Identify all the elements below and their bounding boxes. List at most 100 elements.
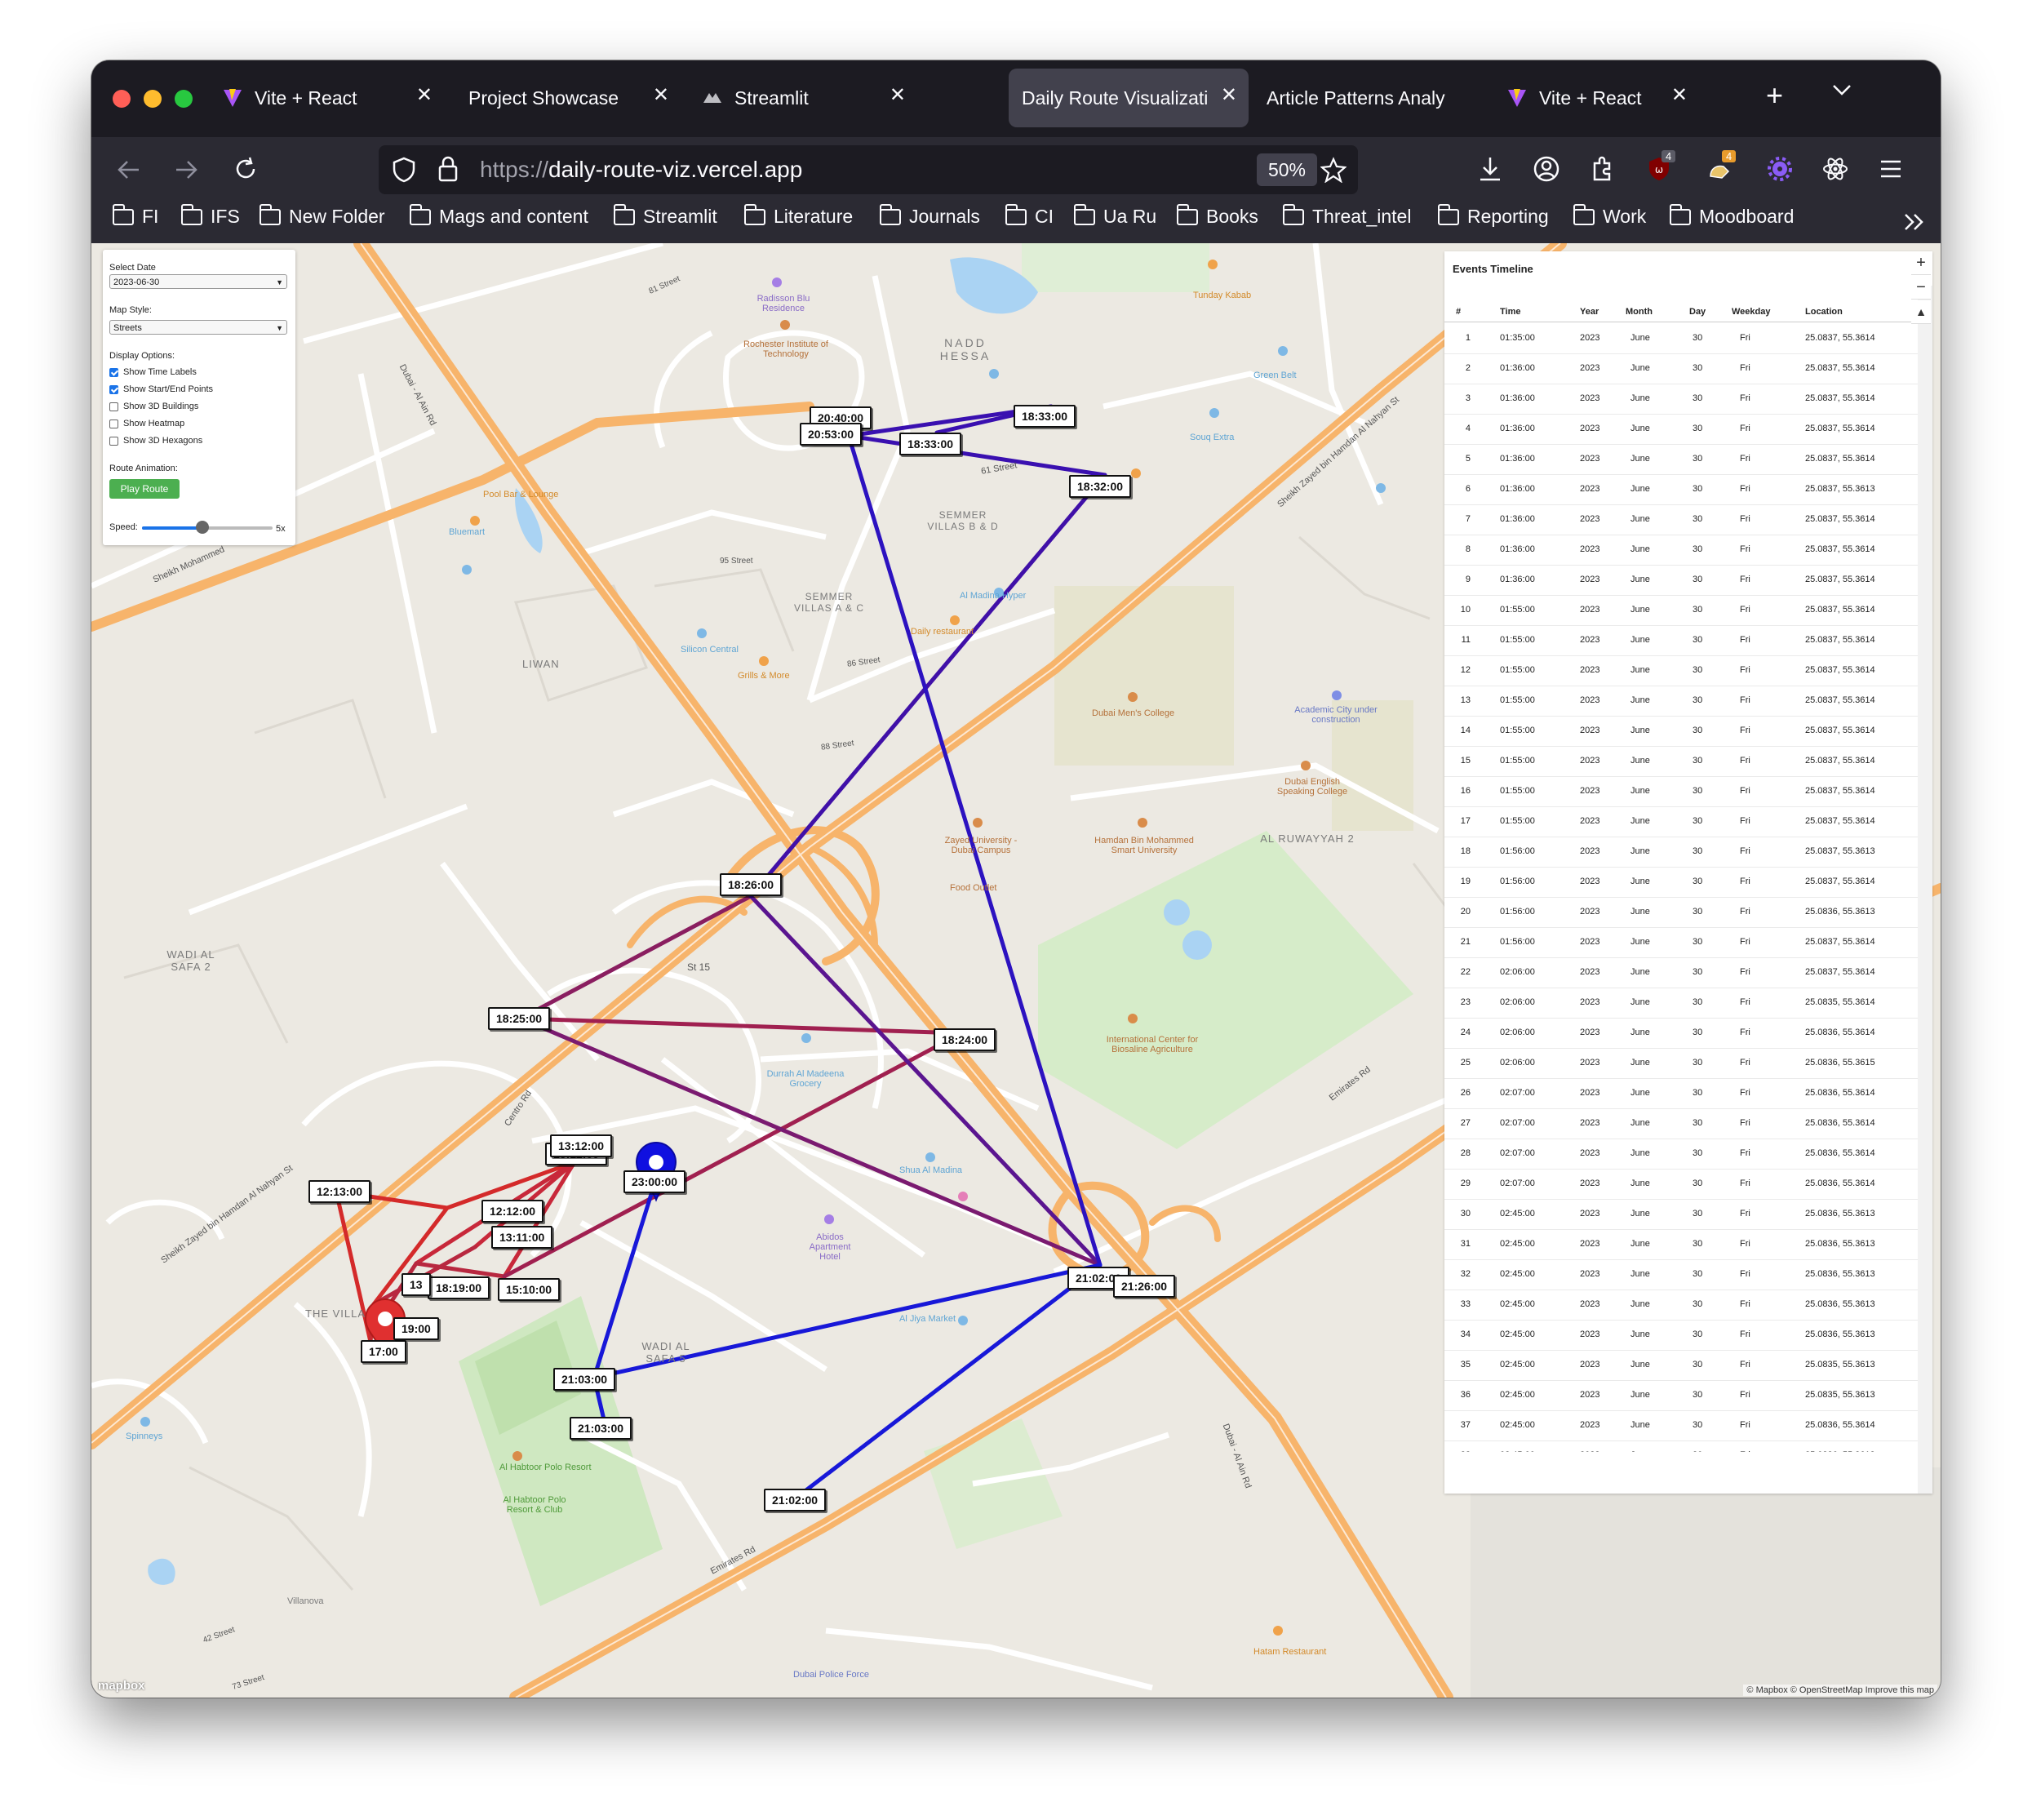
tab-daily-route-visualization[interactable]: Daily Route Visualizati ✕ [1009, 69, 1249, 127]
zoom-in-button[interactable]: + [1911, 251, 1931, 275]
zoom-out-button[interactable]: − [1911, 276, 1931, 300]
show-start-end-checkbox[interactable]: Show Start/End Points [109, 384, 213, 394]
show-3d-hexagons-checkbox[interactable]: Show 3D Hexagons [109, 436, 202, 446]
table-row: 30 02:45:00 2023 June 30 Fri 25.0836, 55.3613 [1444, 1199, 1926, 1230]
compass-button[interactable]: ▲ [1911, 300, 1931, 324]
map-style-select[interactable]: Streets ▼ [109, 320, 287, 335]
bookmark-folder[interactable]: IFS [180, 203, 240, 228]
speed-slider[interactable] [142, 521, 273, 534]
close-tab-icon[interactable]: ✕ [416, 83, 433, 107]
bookmark-folder[interactable]: Work [1573, 203, 1646, 228]
chevron-down-icon: ▼ [276, 324, 283, 332]
bookmark-folder[interactable]: Reporting [1437, 203, 1549, 228]
control-panel: Select Date 2023-06-30 ▼ Map Style: Stree… [103, 250, 295, 545]
table-cell: 30 [1693, 575, 1703, 584]
more-bookmarks-chevron-icon[interactable] [1903, 212, 1926, 236]
tab-streamlit[interactable]: Streamlit ✕ [681, 69, 917, 127]
lock-icon[interactable] [437, 155, 459, 187]
download-icon[interactable] [1477, 155, 1503, 187]
checkbox-unchecked[interactable] [109, 436, 118, 446]
date-select[interactable]: 2023-06-30 ▼ [109, 274, 287, 289]
map-view[interactable]: Radisson Blu Residence Rochester Institu… [91, 243, 1941, 1698]
bookmark-folder[interactable]: Books [1176, 203, 1258, 228]
back-arrow-icon[interactable] [116, 157, 142, 187]
tab-vite-react-2[interactable]: Vite + React ✕ [1495, 69, 1732, 127]
table-cell: 01:36:00 [1500, 363, 1535, 373]
bookmark-folder[interactable]: Journals [879, 203, 980, 228]
table-cell: 30 [1693, 514, 1703, 524]
table-cell: Fri [1740, 1058, 1750, 1068]
new-tab-button[interactable]: + [1766, 78, 1783, 113]
close-window-button[interactable] [113, 90, 131, 108]
tab-project-showcase[interactable]: Project Showcase ✕ [444, 69, 681, 127]
bookmark-folder[interactable]: Ua Ru [1073, 203, 1156, 228]
table-cell: 25.0837, 55.3614 [1805, 635, 1875, 645]
timeline-scrollbar[interactable] [1918, 286, 1932, 1494]
account-icon[interactable] [1533, 155, 1560, 187]
table-cell: 02:07:00 [1500, 1118, 1535, 1128]
reload-icon[interactable] [232, 155, 260, 187]
tab-article-patterns[interactable]: Article Patterns Analy [1255, 69, 1492, 127]
gear-extension-icon[interactable] [1766, 155, 1794, 187]
shield-icon[interactable] [392, 157, 416, 187]
folder-icon [259, 203, 281, 225]
table-cell: 3 [1465, 393, 1471, 403]
close-tab-icon[interactable]: ✕ [890, 83, 906, 107]
table-row: 32 02:45:00 2023 June 30 Fri 25.0836, 55.3613 [1444, 1259, 1926, 1290]
bookmark-folder[interactable]: Mags and content [409, 203, 588, 228]
table-row: 22 02:06:00 2023 June 30 Fri 25.0837, 55.3614 [1444, 957, 1926, 988]
show-time-labels-checkbox[interactable]: Show Time Labels [109, 367, 197, 377]
table-cell: Fri [1740, 1118, 1750, 1128]
bookmark-star-icon[interactable] [1320, 157, 1347, 187]
slider-handle[interactable] [196, 521, 209, 534]
mapbox-logo[interactable]: mapbox [98, 1679, 145, 1693]
folder-icon [1005, 203, 1027, 225]
checkbox-checked[interactable] [109, 384, 118, 394]
bookmark-folder[interactable]: Streamlit [613, 203, 717, 228]
tab-vite-react-1[interactable]: Vite + React ✕ [207, 69, 444, 127]
forward-arrow-icon[interactable] [173, 157, 199, 187]
table-cell: 25.0836, 55.3614 [1805, 1028, 1875, 1037]
extensions-puzzle-icon[interactable] [1590, 155, 1616, 187]
minimize-window-button[interactable] [144, 90, 162, 108]
navigation-toolbar: https://daily-route-viz.vercel.app 50% ω… [91, 137, 1941, 202]
park-area [924, 1418, 1063, 1549]
extension-hand-icon[interactable]: 4 [1706, 150, 1737, 187]
place-label: Tunday Kabab [1193, 291, 1252, 300]
close-tab-icon[interactable]: ✕ [1671, 83, 1688, 107]
maximize-window-button[interactable] [175, 90, 193, 108]
play-route-button[interactable]: Play Route [109, 479, 180, 499]
address-bar[interactable]: https://daily-route-viz.vercel.app 50% [379, 145, 1358, 194]
bookmark-folder[interactable]: Moodboard [1669, 203, 1794, 228]
bookmark-folder[interactable]: Literature [743, 203, 853, 228]
map-attribution[interactable]: © Mapbox © OpenStreetMap Improve this ma… [1743, 1685, 1937, 1696]
show-heatmap-checkbox[interactable]: Show Heatmap [109, 419, 184, 428]
bookmark-folder[interactable]: FI [112, 203, 158, 228]
checkbox-unchecked[interactable] [109, 402, 118, 411]
ublock-shield-icon[interactable]: ω 4 [1645, 150, 1676, 187]
show-3d-buildings-checkbox[interactable]: Show 3D Buildings [109, 402, 198, 411]
zoom-level-button[interactable]: 50% [1257, 153, 1317, 186]
table-cell: Fri [1740, 1269, 1750, 1279]
table-row: 5 01:36:00 2023 June 30 Fri 25.0837, 55.3614 [1444, 444, 1926, 475]
table-cell: 13 [1460, 695, 1471, 705]
table-cell: 28 [1460, 1148, 1471, 1158]
folder-icon [1573, 203, 1595, 225]
table-cell: 02:06:00 [1500, 1028, 1535, 1037]
tab-list-chevron-icon[interactable] [1831, 82, 1852, 102]
table-cell: 2023 [1580, 695, 1600, 705]
url-text[interactable]: https://daily-route-viz.vercel.app [480, 157, 802, 183]
react-devtools-icon[interactable] [1821, 155, 1849, 187]
table-row-partial: 38 02:45:00 2023 June 30 Fri 25.0836, 55.3613 [1444, 1440, 1926, 1452]
column-header: Weekday [1732, 307, 1771, 317]
bookmark-folder[interactable]: CI [1005, 203, 1054, 228]
table-row: 18 01:56:00 2023 June 30 Fri 25.0837, 55.3613 [1444, 837, 1926, 868]
close-tab-icon[interactable]: ✕ [1221, 83, 1237, 107]
checkbox-unchecked[interactable] [109, 419, 118, 428]
table-cell: 30 [1693, 1028, 1703, 1037]
checkbox-checked[interactable] [109, 367, 118, 377]
bookmark-folder[interactable]: Threat_intel [1282, 203, 1411, 228]
close-tab-icon[interactable]: ✕ [653, 83, 669, 107]
bookmark-folder[interactable]: New Folder [259, 203, 385, 228]
menu-hamburger-icon[interactable] [1879, 158, 1903, 184]
